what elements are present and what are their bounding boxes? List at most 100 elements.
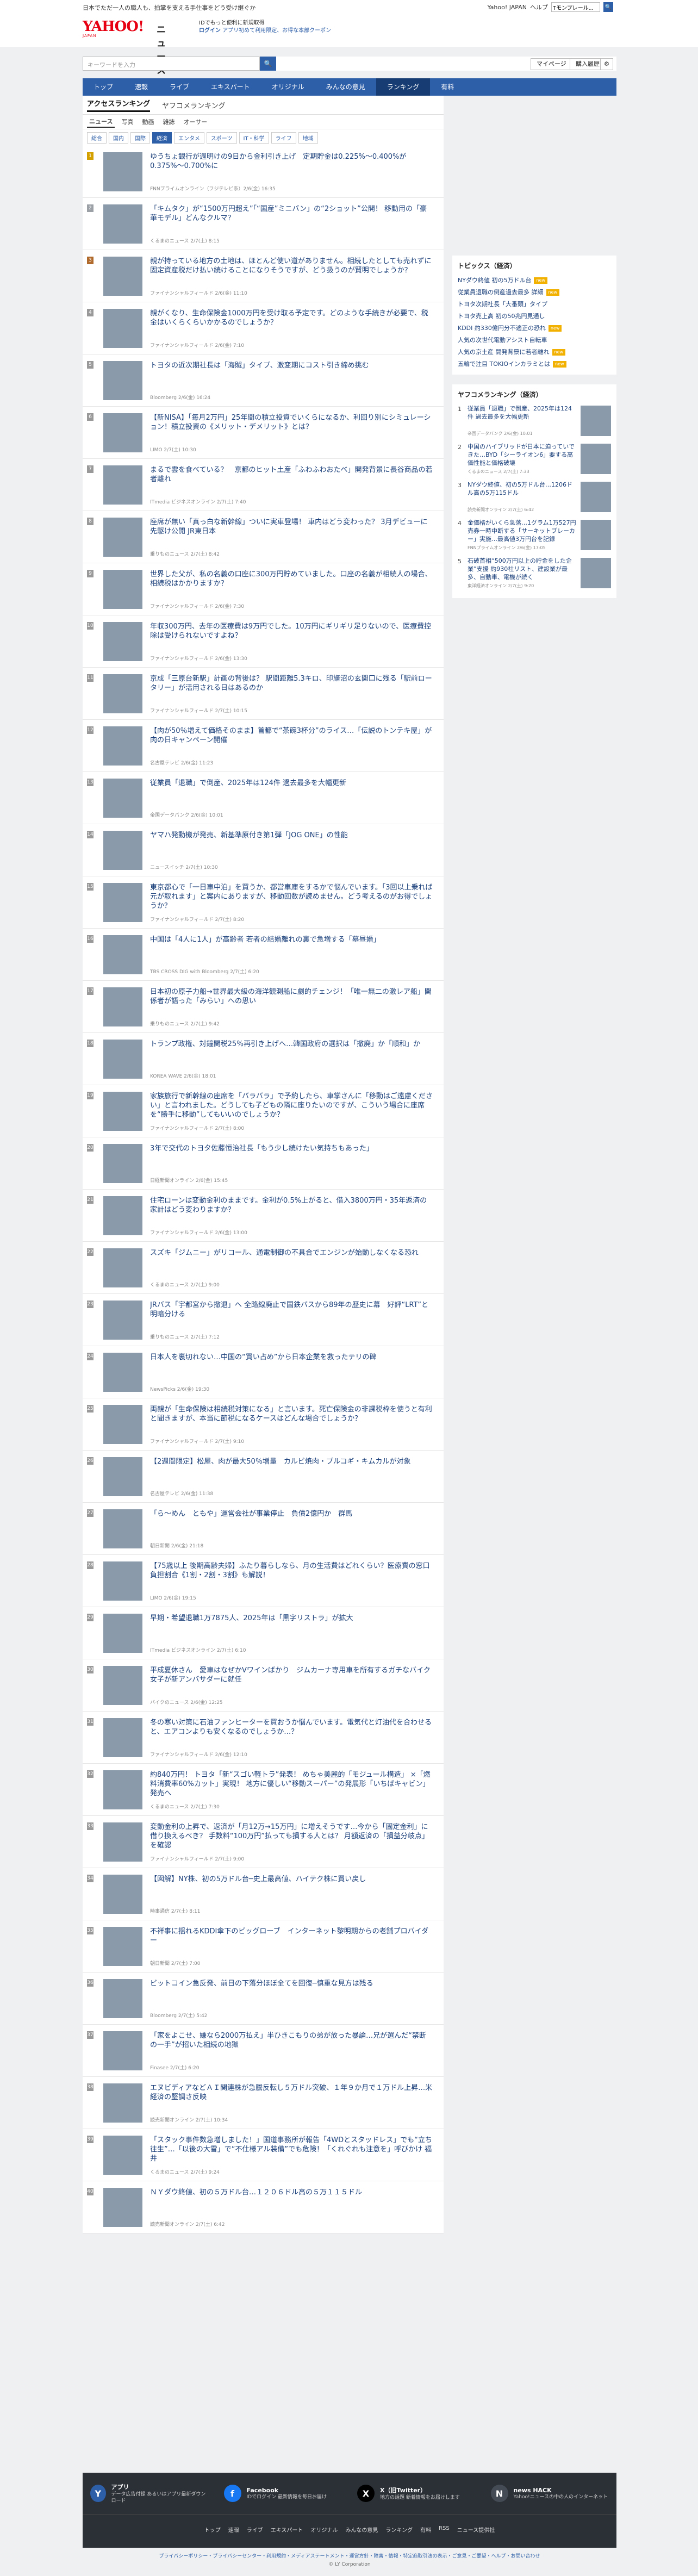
- article-thumbnail[interactable]: [103, 935, 142, 974]
- article-title[interactable]: トヨタの近次期社長は「海賊」タイプ、激変期にコスト引き締め挑む: [150, 361, 433, 370]
- article-thumbnail[interactable]: [103, 1561, 142, 1601]
- ranking-item[interactable]: 12 【肉が50％増えて価格そのまま】首都で“茶碗3杯分”のライス…「伝説のトンテ…: [83, 720, 444, 772]
- promo-line1[interactable]: IDでもっと便利に新規取得: [199, 20, 331, 27]
- comment-article-title[interactable]: NYダウ終値、初の5万ドル台…1206ドル高の5万115ドル: [468, 481, 576, 497]
- ranking-item[interactable]: 35 不祥事に揺れるKDDI傘下のビッグローブ インターネット黎明期からの老舗プロ…: [83, 1920, 444, 1973]
- help-link[interactable]: ヘルプ: [530, 3, 548, 11]
- ranking-item[interactable]: 37 「家をよこせ、嫌なら2000万払え」半ひきこもりの弟が放った暴論…兄が選んだ…: [83, 2025, 444, 2077]
- ranking-item[interactable]: 6 【新NISA】「毎月2万円」25年間の積立投資でいくらになるか、利回り別にシミ…: [83, 407, 444, 459]
- article-title[interactable]: 日本人を裏切れない…中国の“買い占め”から日本企業を救ったテリの碑: [150, 1353, 433, 1362]
- article-title[interactable]: 京成「三原台新駅」計画の背後は？ 駅間距離5.3キロ、印旛沼の玄関口に残る「駅前…: [150, 674, 433, 693]
- news-search-input[interactable]: キーワードを入力: [83, 57, 260, 71]
- article-thumbnail[interactable]: [103, 2188, 142, 2227]
- article-thumbnail[interactable]: [103, 883, 142, 922]
- topic-item[interactable]: 人気の京土産 開発背景に若者離れ new: [458, 346, 611, 358]
- comment-article-title[interactable]: 石破首相“500万円以上の貯金をした企業”支援 約930社リスト、建設業が最多、…: [468, 557, 576, 581]
- article-title[interactable]: 住宅ローンは変動金利のままです。金利が0.5%上がると、借入3800万円・35年…: [150, 1196, 433, 1215]
- ranking-item[interactable]: 7 まるで雲を食べている？ 京都のヒット土産「ふわふわおたべ」開発背景に長谷商品の…: [83, 459, 444, 511]
- topic-item[interactable]: トヨタ次期社長「大番頭」タイプ: [458, 298, 611, 310]
- ranking-item[interactable]: 18 トランプ政権、対鐘関税25％再引き上げへ…韓国政府の選択は「撤廃」か「順和」…: [83, 1033, 444, 1085]
- comment-article-thumbnail[interactable]: [581, 482, 611, 512]
- comment-ranking-item[interactable]: 1 従業員「退職」で倒産、2025年は124件 過去最多を大幅更新 帝国データバンク…: [458, 403, 611, 441]
- article-thumbnail[interactable]: [103, 309, 142, 348]
- topic-text[interactable]: 人気の京土産 開発背景に若者離れ: [458, 346, 550, 358]
- article-title[interactable]: 平成夏休さん 愛車はなぜかVワインばかり ジムカーナ専用車を所有するガチなバイク…: [150, 1666, 433, 1684]
- article-title[interactable]: ビットコイン急反発、前日の下落分ほぼ全てを回復─慎重な見方は残る: [150, 1979, 433, 1988]
- article-title[interactable]: 冬の寒い対策に石油ファンヒーターを買おうか悩んでいます。電気代と灯油代を合わせる…: [150, 1718, 433, 1737]
- footer-nav-item[interactable]: ランキング: [385, 2525, 413, 2534]
- category-overall[interactable]: 総合: [87, 132, 107, 144]
- article-title[interactable]: まるで雲を食べている？ 京都のヒット土産「ふわふわおたべ」開発背景に長谷商品の若…: [150, 465, 433, 484]
- subtab-photo[interactable]: 写真: [119, 116, 135, 127]
- article-title[interactable]: 座席が無い「真っ白な新幹線」ついに実車登場！ 車内はどう変わった？ 3月デビュー…: [150, 518, 433, 536]
- facebook-link[interactable]: f Facebook IDでログイン 最新情報を毎日お届け: [216, 2473, 350, 2514]
- article-thumbnail[interactable]: [103, 1092, 142, 1131]
- article-thumbnail[interactable]: [103, 1927, 142, 1966]
- article-thumbnail[interactable]: [103, 726, 142, 766]
- article-title[interactable]: 【75歳以上 後期高齢夫婦】ふたり暮らしなら、月の生活費はどれくらい？医療費の窓…: [150, 1561, 433, 1580]
- news-hack-link[interactable]: Nnews HACK Yahoo!ニュースの中の人のインターネット: [483, 2473, 617, 2514]
- tab-comment-ranking[interactable]: ヤフコメランキング: [162, 100, 226, 110]
- ranking-item[interactable]: 22 スズキ「ジムニー」がリコール、通電制御の不具合でエンジンが始動しなくなる恐れ…: [83, 1242, 444, 1294]
- article-title[interactable]: 親が持っている地方の土地は、ほとんど使い道がありません。相続したとしても売れずに…: [150, 257, 433, 275]
- article-title[interactable]: 年収300万円、去年の医療費は9万円でした。10万円にギリギリ足りないので、医療…: [150, 622, 433, 640]
- article-thumbnail[interactable]: [103, 1875, 142, 1914]
- ranking-item[interactable]: 30 平成夏休さん 愛車はなぜかVワインばかり ジムカーナ専用車を所有するガチなバ…: [83, 1659, 444, 1712]
- article-title[interactable]: 3年で交代のトヨタ佐藤恒治社長「もう少し続けたい気持ちもあった」: [150, 1144, 433, 1153]
- article-thumbnail[interactable]: [103, 1614, 142, 1653]
- footer-nav-item[interactable]: トップ: [204, 2525, 221, 2534]
- nav-expert[interactable]: エキスパート: [200, 78, 261, 96]
- comment-article-thumbnail[interactable]: [581, 444, 611, 474]
- mypage-button[interactable]: マイページ: [531, 58, 572, 70]
- article-title[interactable]: 従業員「退職」で倒産、2025年は124件 過去最多を大幅更新: [150, 779, 433, 788]
- ranking-item[interactable]: 2 「キムタク」が“1500万円超え”「“国産”ミニバン」の“2ショット”公開！ …: [83, 198, 444, 250]
- article-title[interactable]: 東京都心で「一日車中泊」を買うか、都営車庫をするかで悩んでいます。「3回以上乗れ…: [150, 883, 433, 911]
- article-thumbnail[interactable]: [103, 2136, 142, 2175]
- article-thumbnail[interactable]: [103, 1248, 142, 1287]
- category-entertainment[interactable]: エンタメ: [174, 132, 204, 144]
- footer-nav-item[interactable]: 速報: [228, 2525, 239, 2534]
- article-title[interactable]: 家族旅行で新幹線の座席を「バラバラ」で予約したら、車掌さんに「移動はご遠慮くださ…: [150, 1092, 433, 1119]
- topic-item[interactable]: 五輪で注目 TOKIOインカラミとは new: [458, 358, 611, 370]
- footer-nav-item[interactable]: RSS: [439, 2525, 450, 2534]
- article-title[interactable]: 「家をよこせ、嫌なら2000万払え」半ひきこもりの弟が放った暴論…兄が選んだ“禁…: [150, 2031, 433, 2050]
- article-title[interactable]: ヤマハ発動機が発売、新基準原付き第1弾「JOG ONE」の性能: [150, 831, 433, 840]
- nav-original[interactable]: オリジナル: [261, 78, 315, 96]
- comment-article-title[interactable]: 従業員「退職」で倒産、2025年は124件 過去最多を大幅更新: [468, 405, 576, 421]
- article-title[interactable]: JRバス「宇都宮から撤退」へ 全路線廃止で国鉄バスから89年の歴史に幕 好評“L…: [150, 1301, 433, 1319]
- subtab-video[interactable]: 動画: [140, 116, 156, 127]
- nav-opinions[interactable]: みんなの意見: [315, 78, 376, 96]
- login-link[interactable]: ログイン: [199, 28, 221, 34]
- comment-article-title[interactable]: 金価格がいくら急落…1グラム1万527円 売券一時中断する「サーキットブレーカー…: [468, 519, 576, 543]
- subtab-magazine[interactable]: 雑誌: [160, 116, 177, 127]
- article-thumbnail[interactable]: [103, 570, 142, 609]
- article-thumbnail[interactable]: [103, 518, 142, 557]
- article-title[interactable]: 日本初の原子力船→世界最大級の海洋観測船に劇的チェンジ！「唯一無二の激レア船」関…: [150, 987, 433, 1006]
- app-link[interactable]: Y アプリ データ広告付録 あるいはアプリ最新ダウンロード: [83, 2473, 216, 2514]
- article-thumbnail[interactable]: [103, 1353, 142, 1392]
- article-thumbnail[interactable]: [103, 987, 142, 1026]
- article-title[interactable]: ＮＹダウ終値、初の５万ドル台…１２０６ドル高の５万１１５ドル: [150, 2188, 433, 2197]
- article-title[interactable]: 両親が「生命保険は相続税対策になる」と言います。死亡保険金の非課税枠を使うと有利…: [150, 1405, 433, 1423]
- ranking-item[interactable]: 19 家族旅行で新幹線の座席を「バラバラ」で予約したら、車掌さんに「移動はご遠慮く…: [83, 1085, 444, 1137]
- article-title[interactable]: ゆうちょ銀行が週明けの9日から金利引き上げ 定期貯金は0.225%～0.400%…: [150, 152, 433, 171]
- category-sports[interactable]: スポーツ: [206, 132, 237, 144]
- ranking-item[interactable]: 20 3年で交代のトヨタ佐藤恒治社長「もう少し続けたい気持ちもあった」 日経新聞オン…: [83, 1137, 444, 1190]
- category-international[interactable]: 国際: [130, 132, 150, 144]
- topic-text[interactable]: 従業員退職の倒産過去最多 詳細: [458, 287, 544, 298]
- ranking-item[interactable]: 5 トヨタの近次期社長は「海賊」タイプ、激変期にコスト引き締め挑む Bloomber…: [83, 354, 444, 407]
- topic-text[interactable]: トヨタ売上高 初の50兆円見通し: [458, 310, 545, 322]
- subtab-author[interactable]: オーサー: [181, 116, 209, 127]
- comment-article-thumbnail[interactable]: [581, 520, 611, 550]
- ranking-item[interactable]: 29 早期・希望退職1万7875人、2025年は「黒字リストラ」が拡大 ITmedi…: [83, 1607, 444, 1659]
- article-thumbnail[interactable]: [103, 465, 142, 505]
- article-title[interactable]: 【2週間限定】松屋、肉が最大50％増量 カルビ焼肉・プルコギ・キムカルが対象: [150, 1457, 433, 1466]
- article-thumbnail[interactable]: [103, 1718, 142, 1757]
- legal-links[interactable]: プライバシーポリシー・プライバシーセンター・利用規約・メディアステートメント・運…: [83, 2552, 616, 2559]
- article-title[interactable]: 親がくなり、生命保険金1000万円を受け取る予定です。どのような手続きが必要で、…: [150, 309, 433, 327]
- ranking-item[interactable]: 25 両親が「生命保険は相続税対策になる」と言います。死亡保険金の非課税枠を使うと…: [83, 1398, 444, 1451]
- ranking-item[interactable]: 36 ビットコイン急反発、前日の下落分ほぼ全てを回復─慎重な見方は残る Bloomb…: [83, 1973, 444, 2025]
- topic-text[interactable]: トヨタ次期社長「大番頭」タイプ: [458, 298, 547, 310]
- ranking-item[interactable]: 23 JRバス「宇都宮から撤退」へ 全路線廃止で国鉄バスから89年の歴史に幕 好評…: [83, 1294, 444, 1346]
- article-thumbnail[interactable]: [103, 1196, 142, 1235]
